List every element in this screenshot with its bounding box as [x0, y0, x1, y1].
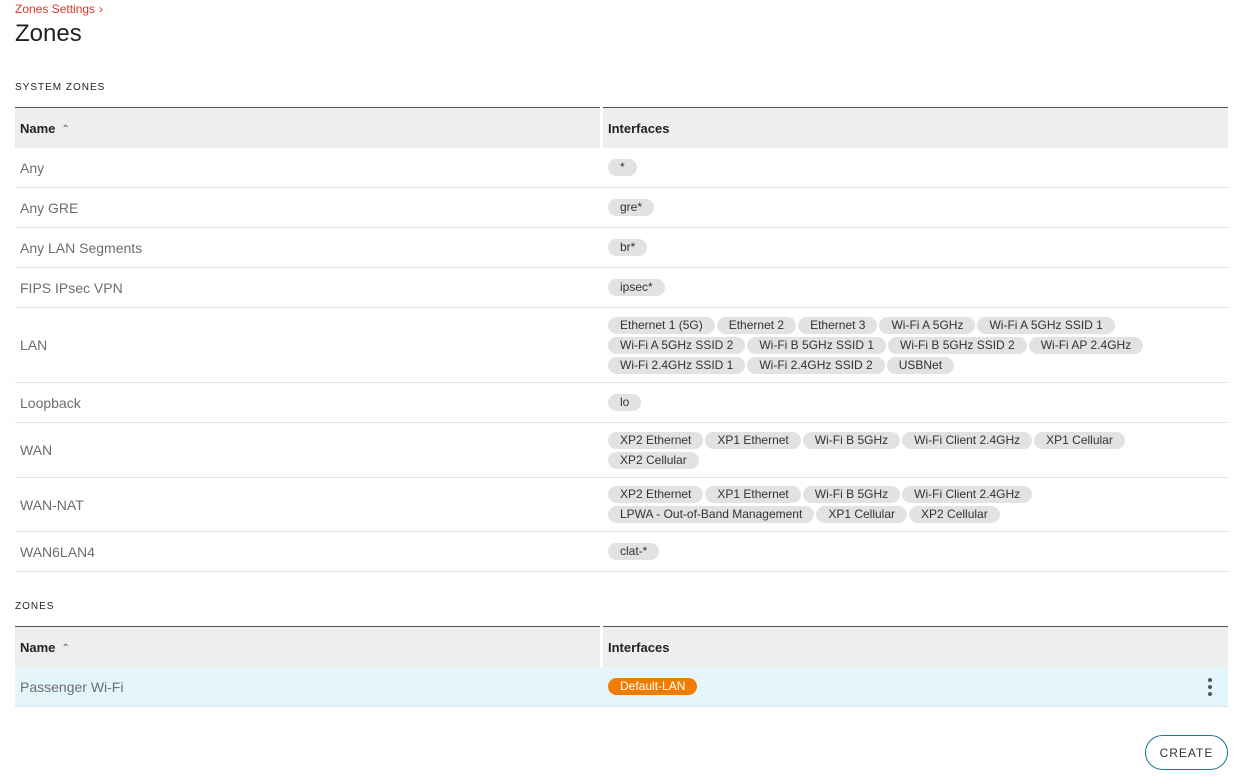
system-zones-table-body: Any * Any GRE gre* Any LAN Segments br* FIPS I… — [15, 148, 1228, 572]
interface-chip: ipsec* — [608, 279, 665, 296]
column-header-interfaces[interactable]: Interfaces — [603, 107, 1228, 148]
interfaces-cell: clat-* — [603, 532, 1228, 571]
zone-name: FIPS IPsec VPN — [20, 279, 123, 296]
interface-chip: Wi-Fi A 5GHz SSID 2 — [608, 336, 746, 354]
interfaces-cell: XP2 Ethernet XP1 Ethernet Wi-Fi B 5GHz Wi-F… — [603, 423, 1228, 477]
interface-chip: gre* — [608, 199, 655, 216]
sort-ascending-icon: ⌃ — [61, 123, 70, 135]
column-header-interfaces[interactable]: Interfaces — [603, 626, 1228, 667]
interfaces-cell: * — [603, 148, 1228, 187]
table-row[interactable]: Any GRE gre* — [15, 188, 1228, 228]
table-row[interactable]: Any LAN Segments br* — [15, 228, 1228, 268]
column-header-name[interactable]: Name ⌃ — [15, 626, 600, 667]
interface-chip: lo — [608, 394, 642, 411]
interface-chip: Ethernet 2 — [716, 316, 797, 334]
interface-chip: XP1 Cellular — [1034, 431, 1125, 449]
zone-name: Passenger Wi-Fi — [20, 678, 124, 695]
interface-chip: Wi-Fi B 5GHz SSID 1 — [747, 336, 887, 354]
zone-name: Any — [20, 159, 45, 176]
interface-chip: Wi-Fi A 5GHz SSID 1 — [977, 316, 1115, 334]
zones-table-body: Passenger Wi-Fi Default-LAN — [15, 667, 1228, 707]
more-vert-icon[interactable] — [1204, 674, 1216, 700]
create-button[interactable]: CREATE — [1145, 735, 1228, 770]
interface-chip: LPWA - Out-of-Band Management — [608, 506, 815, 523]
interface-chip: Ethernet 1 (5G) — [608, 316, 715, 334]
interface-chip: Default-LAN — [608, 678, 698, 695]
interfaces-cell: Default-LAN — [603, 667, 1228, 706]
zone-name: LAN — [20, 337, 48, 353]
interface-chip: XP1 Cellular — [816, 506, 908, 523]
interface-chip: XP1 Ethernet — [705, 431, 801, 449]
interface-chip: Wi-Fi B 5GHz — [802, 486, 901, 503]
table-row[interactable]: Any * — [15, 148, 1228, 188]
interface-chip: XP2 Cellular — [608, 451, 699, 469]
breadcrumb: Zones Settings › — [15, 2, 103, 16]
interface-chip: br* — [608, 239, 648, 256]
interfaces-cell: lo — [603, 383, 1228, 422]
interface-chip: Ethernet 3 — [798, 316, 878, 334]
table-row[interactable]: FIPS IPsec VPN ipsec* — [15, 268, 1228, 308]
table-row[interactable]: Passenger Wi-Fi Default-LAN — [15, 667, 1228, 707]
table-row[interactable]: WAN-NAT XP2 Ethernet XP1 Ethernet Wi-Fi B 5… — [15, 478, 1228, 532]
chevron-right-icon: › — [99, 2, 104, 16]
zone-name: WAN6LAN4 — [20, 543, 95, 560]
zone-name: WAN — [20, 442, 53, 458]
interface-chip: USBNet — [886, 356, 955, 374]
zones-section-title: ZONES — [15, 601, 55, 612]
interface-chip: * — [608, 159, 637, 176]
interfaces-cell: XP2 Ethernet XP1 Ethernet Wi-Fi B 5GHz Wi-F… — [603, 478, 1228, 531]
zones-table-header: Name ⌃ Interfaces — [15, 626, 1228, 667]
interface-chip: Wi-Fi 2.4GHz SSID 1 — [608, 356, 746, 374]
system-zones-section-title: SYSTEM ZONES — [15, 82, 106, 93]
system-zones-table: Name ⌃ Interfaces Any * Any GRE gre* Any LAN… — [15, 107, 1228, 572]
interface-chip: XP1 Ethernet — [705, 486, 801, 503]
system-zones-table-header: Name ⌃ Interfaces — [15, 107, 1228, 148]
table-row[interactable]: Loopback lo — [15, 383, 1228, 423]
column-header-name[interactable]: Name ⌃ — [15, 107, 600, 148]
interface-chip: Wi-Fi B 5GHz SSID 2 — [888, 336, 1027, 354]
interface-chip: Wi-Fi Client 2.4GHz — [902, 431, 1033, 449]
page-title: Zones — [15, 20, 82, 47]
table-row[interactable]: WAN XP2 Ethernet XP1 Ethernet Wi-Fi B 5GHz W… — [15, 423, 1228, 478]
interface-chip: Wi-Fi Client 2.4GHz — [902, 486, 1033, 503]
zones-table: Name ⌃ Interfaces Passenger Wi-Fi Default… — [15, 626, 1228, 707]
table-row[interactable]: LAN Ethernet 1 (5G) Ethernet 2 Ethernet 3 Wi… — [15, 308, 1228, 383]
zone-name: Loopback — [20, 394, 81, 411]
interfaces-cell: Ethernet 1 (5G) Ethernet 2 Ethernet 3 Wi-Fi… — [603, 308, 1228, 382]
interface-chip: XP2 Ethernet — [608, 486, 704, 503]
sort-ascending-icon: ⌃ — [61, 642, 70, 654]
interface-chip: Wi-Fi AP 2.4GHz — [1028, 336, 1144, 354]
interface-chip: Wi-Fi A 5GHz — [879, 316, 976, 334]
interface-chip: Wi-Fi 2.4GHz SSID 2 — [747, 356, 885, 374]
interfaces-cell: gre* — [603, 188, 1228, 227]
interface-chip: clat-* — [608, 543, 660, 560]
zone-name: Any LAN Segments — [20, 239, 143, 256]
interface-chip: XP2 Cellular — [909, 506, 1000, 523]
interface-chip: XP2 Ethernet — [608, 431, 704, 449]
interface-chip: Wi-Fi B 5GHz — [802, 431, 901, 449]
interfaces-cell: br* — [603, 228, 1228, 267]
breadcrumb-link-zones-settings[interactable]: Zones Settings — [15, 2, 95, 16]
zone-name: WAN-NAT — [20, 496, 84, 513]
interfaces-cell: ipsec* — [603, 268, 1228, 307]
zone-name: Any GRE — [20, 199, 79, 216]
table-row[interactable]: WAN6LAN4 clat-* — [15, 532, 1228, 572]
